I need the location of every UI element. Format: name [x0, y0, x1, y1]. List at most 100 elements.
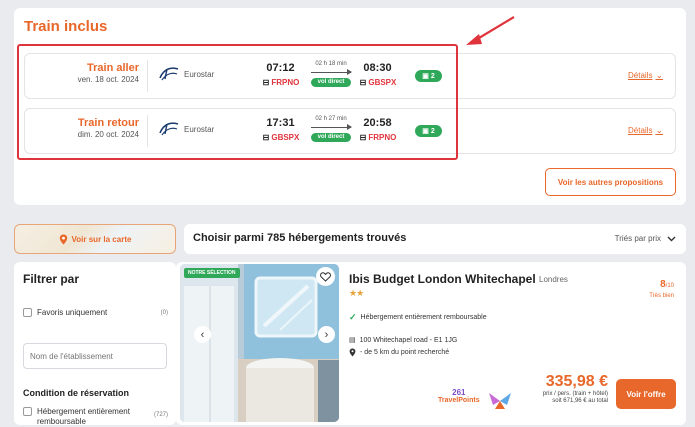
favorites-count: (0): [160, 309, 168, 316]
bathroom-image: [180, 264, 339, 422]
details-link-return[interactable]: Détails ⌄: [628, 125, 663, 136]
results-header: Choisir parmi 785 hébergements trouvés T…: [184, 224, 686, 254]
location-pin-icon: [349, 348, 356, 357]
outbound-label: Train aller ven. 18 oct. 2024: [29, 62, 139, 84]
suitcase-icon: ▣: [422, 128, 429, 135]
heart-icon: [320, 271, 331, 282]
train-row-return: Train retour dim. 20 oct. 2024 Eurostar …: [24, 108, 676, 154]
train-icon: ⊟: [359, 78, 367, 87]
depart-station: ⊟ FRPNO: [262, 78, 300, 87]
refundable-info: ✓ Hébergement entièrement remboursable: [349, 312, 487, 323]
luggage-badge: ▣ 2: [415, 125, 442, 137]
train-included-card: Train inclus Train aller ven. 18 oct. 20…: [14, 8, 686, 205]
outbound-date: ven. 18 oct. 2024: [77, 75, 139, 84]
row-divider: [147, 60, 148, 92]
refundable-checkbox[interactable]: [23, 407, 32, 416]
favorites-filter[interactable]: Favoris uniquement (0): [23, 308, 168, 317]
operator-logo: Eurostar: [158, 66, 214, 82]
hotel-card: NOTRE SÉLECTION ‹ › Ibis Budget London W…: [176, 262, 686, 425]
price-total: soit 671,96 € au total: [552, 398, 608, 404]
trip-duration: 02 h 18 min: [315, 61, 347, 67]
arrive-station: ⊟ GBSPX: [359, 78, 397, 87]
outbound-title: Train aller: [87, 62, 139, 74]
review-score: 8/10 Très bien: [649, 274, 674, 299]
trip-arrow-icon: [311, 69, 352, 75]
depart-time: 07:12: [266, 62, 295, 74]
hotel-name[interactable]: Ibis Budget London Whitechapel: [349, 272, 536, 286]
suitcase-icon: ▣: [422, 73, 429, 80]
annotation-arrow-icon: [466, 16, 515, 45]
direct-badge: vol direct: [311, 78, 351, 87]
hotel-address: ▤ 100 Whitechapel road - E1 1JG: [349, 336, 458, 345]
return-title: Train retour: [77, 117, 139, 129]
map-pin-icon: [59, 234, 67, 244]
arrive-station: ⊟ FRPNO: [359, 133, 397, 142]
hotel-stars: ★★: [349, 288, 364, 298]
score-label: Très bien: [649, 293, 674, 299]
details-link-outbound[interactable]: Détails ⌄: [628, 70, 663, 81]
return-label: Train retour dim. 20 oct. 2024: [29, 117, 139, 139]
filter-panel: Filtrer par Favoris uniquement (0) Condi…: [14, 262, 176, 427]
hotel-photo[interactable]: NOTRE SÉLECTION ‹ ›: [180, 264, 339, 422]
hotel-city: Londres: [539, 275, 568, 284]
depart-station: ⊟ GBSPX: [262, 133, 300, 142]
trip-arrow-icon: [311, 124, 352, 130]
depart-time: 17:31: [266, 117, 295, 129]
refundable-text: Hébergement entièrement remboursable: [360, 314, 487, 321]
chevron-down-icon: ⌄: [655, 70, 663, 80]
booking-condition-title: Condition de réservation: [23, 388, 130, 398]
train-section-title: Train inclus: [24, 18, 108, 35]
travelpoints: 261 TravelPoints: [438, 388, 480, 405]
results-title: Choisir parmi 785 hébergements trouvés: [193, 232, 407, 244]
check-icon: ✓: [349, 312, 357, 322]
price-per-person: prix / pers. (train + hôtel): [542, 391, 608, 397]
refundable-label: Hébergement entièrement remboursable: [37, 407, 130, 426]
map-view-button[interactable]: Voir sur la carte: [14, 224, 176, 254]
chevron-left-icon: ‹: [200, 328, 205, 341]
train-icon: ⊟: [262, 133, 270, 142]
arrive-time: 20:58: [363, 117, 392, 129]
building-icon: ▤: [349, 337, 356, 344]
photo-next-button[interactable]: ›: [318, 326, 335, 343]
map-button-label: Voir sur la carte: [71, 234, 132, 244]
train-icon: ⊟: [262, 78, 270, 87]
favorites-checkbox[interactable]: [23, 308, 32, 317]
travelpoints-label: TravelPoints: [438, 397, 480, 404]
arrive-time: 08:30: [363, 62, 392, 74]
trip-duration: 02 h 27 min: [315, 116, 347, 122]
distance-text: - de 5 km du point recherché: [360, 349, 450, 356]
selection-badge: NOTRE SÉLECTION: [184, 268, 240, 278]
sort-label: Triés par prix: [614, 234, 661, 243]
travelpoints-logo-icon: [489, 393, 511, 409]
other-options-button[interactable]: Voir les autres propositions: [545, 168, 676, 196]
photo-prev-button[interactable]: ‹: [194, 326, 211, 343]
row-divider: [147, 115, 148, 147]
operator-name: Eurostar: [184, 69, 215, 79]
establishment-name-input[interactable]: [23, 343, 167, 369]
operator-logo: Eurostar: [158, 121, 214, 137]
refundable-filter[interactable]: Hébergement entièrement remboursable (72…: [23, 407, 168, 427]
sort-dropdown[interactable]: Triés par prix: [615, 234, 676, 243]
price-block: 335,98 € prix / pers. (train + hôtel) so…: [543, 373, 608, 405]
operator-name: Eurostar: [184, 124, 215, 134]
train-row-outbound: Train aller ven. 18 oct. 2024 Eurostar 0…: [24, 53, 676, 99]
favorite-heart-button[interactable]: [316, 267, 335, 286]
refundable-count: (727): [153, 412, 168, 418]
chevron-right-icon: ›: [324, 328, 329, 341]
train-icon: ⊟: [359, 133, 367, 142]
score-max: /10: [665, 283, 674, 289]
chevron-down-icon: [667, 236, 676, 241]
eurostar-logo-icon: [159, 67, 179, 81]
view-offer-button[interactable]: Voir l'offre: [616, 379, 676, 409]
travelpoints-value: 261: [452, 388, 466, 397]
return-date: dim. 20 oct. 2024: [77, 130, 139, 139]
chevron-down-icon: ⌄: [655, 125, 663, 135]
address-text: 100 Whitechapel road - E1 1JG: [359, 336, 458, 344]
price-amount: 335,98 €: [545, 373, 608, 390]
favorites-label: Favoris uniquement: [37, 308, 108, 317]
eurostar-logo-icon: [159, 122, 179, 136]
direct-badge: vol direct: [311, 133, 351, 142]
hotel-distance: - de 5 km du point recherché: [349, 348, 449, 357]
filter-title: Filtrer par: [23, 272, 80, 286]
luggage-badge: ▣ 2: [415, 70, 442, 82]
